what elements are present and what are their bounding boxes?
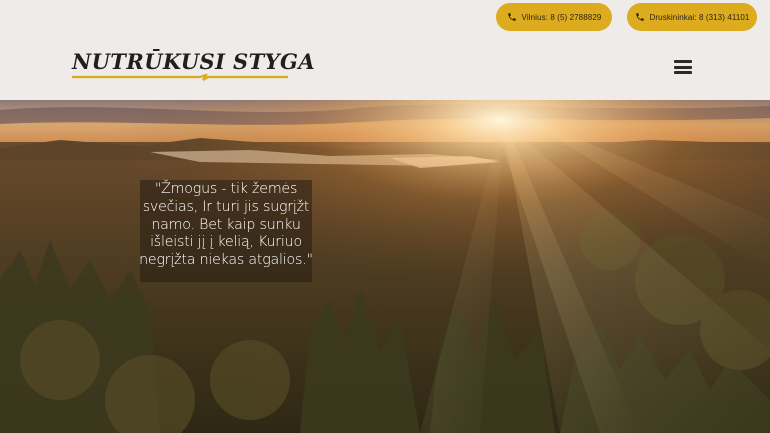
menu-bar <box>674 65 692 69</box>
phone-label-druskininkai: Druskininkai: 8 (313) 41101 <box>649 12 750 22</box>
phone-button-vilnius[interactable]: Vilnius: 8 (5) 2788829 <box>496 3 612 31</box>
menu-bar <box>674 60 692 63</box>
phone-icon <box>635 12 645 22</box>
phone-label-vilnius: Vilnius: 8 (5) 2788829 <box>521 12 602 22</box>
phone-icon <box>507 12 517 22</box>
logo-text: NUTRŪKUSI STYGA <box>72 49 316 74</box>
site-logo[interactable]: NUTRŪKUSI STYGA <box>72 49 315 83</box>
hero-quote: "Žmogus - tik žemės svečias, Ir turi jis… <box>139 181 313 269</box>
site-header: Vilnius: 8 (5) 2788829 Druskininkai: 8 (… <box>0 0 770 100</box>
forest-sunset-image <box>0 100 770 433</box>
hero-banner <box>0 100 770 433</box>
phone-button-druskininkai[interactable]: Druskininkai: 8 (313) 41101 <box>627 3 757 31</box>
hamburger-menu-icon[interactable] <box>674 58 692 76</box>
menu-bar <box>674 71 692 74</box>
logo-underline <box>72 74 288 81</box>
